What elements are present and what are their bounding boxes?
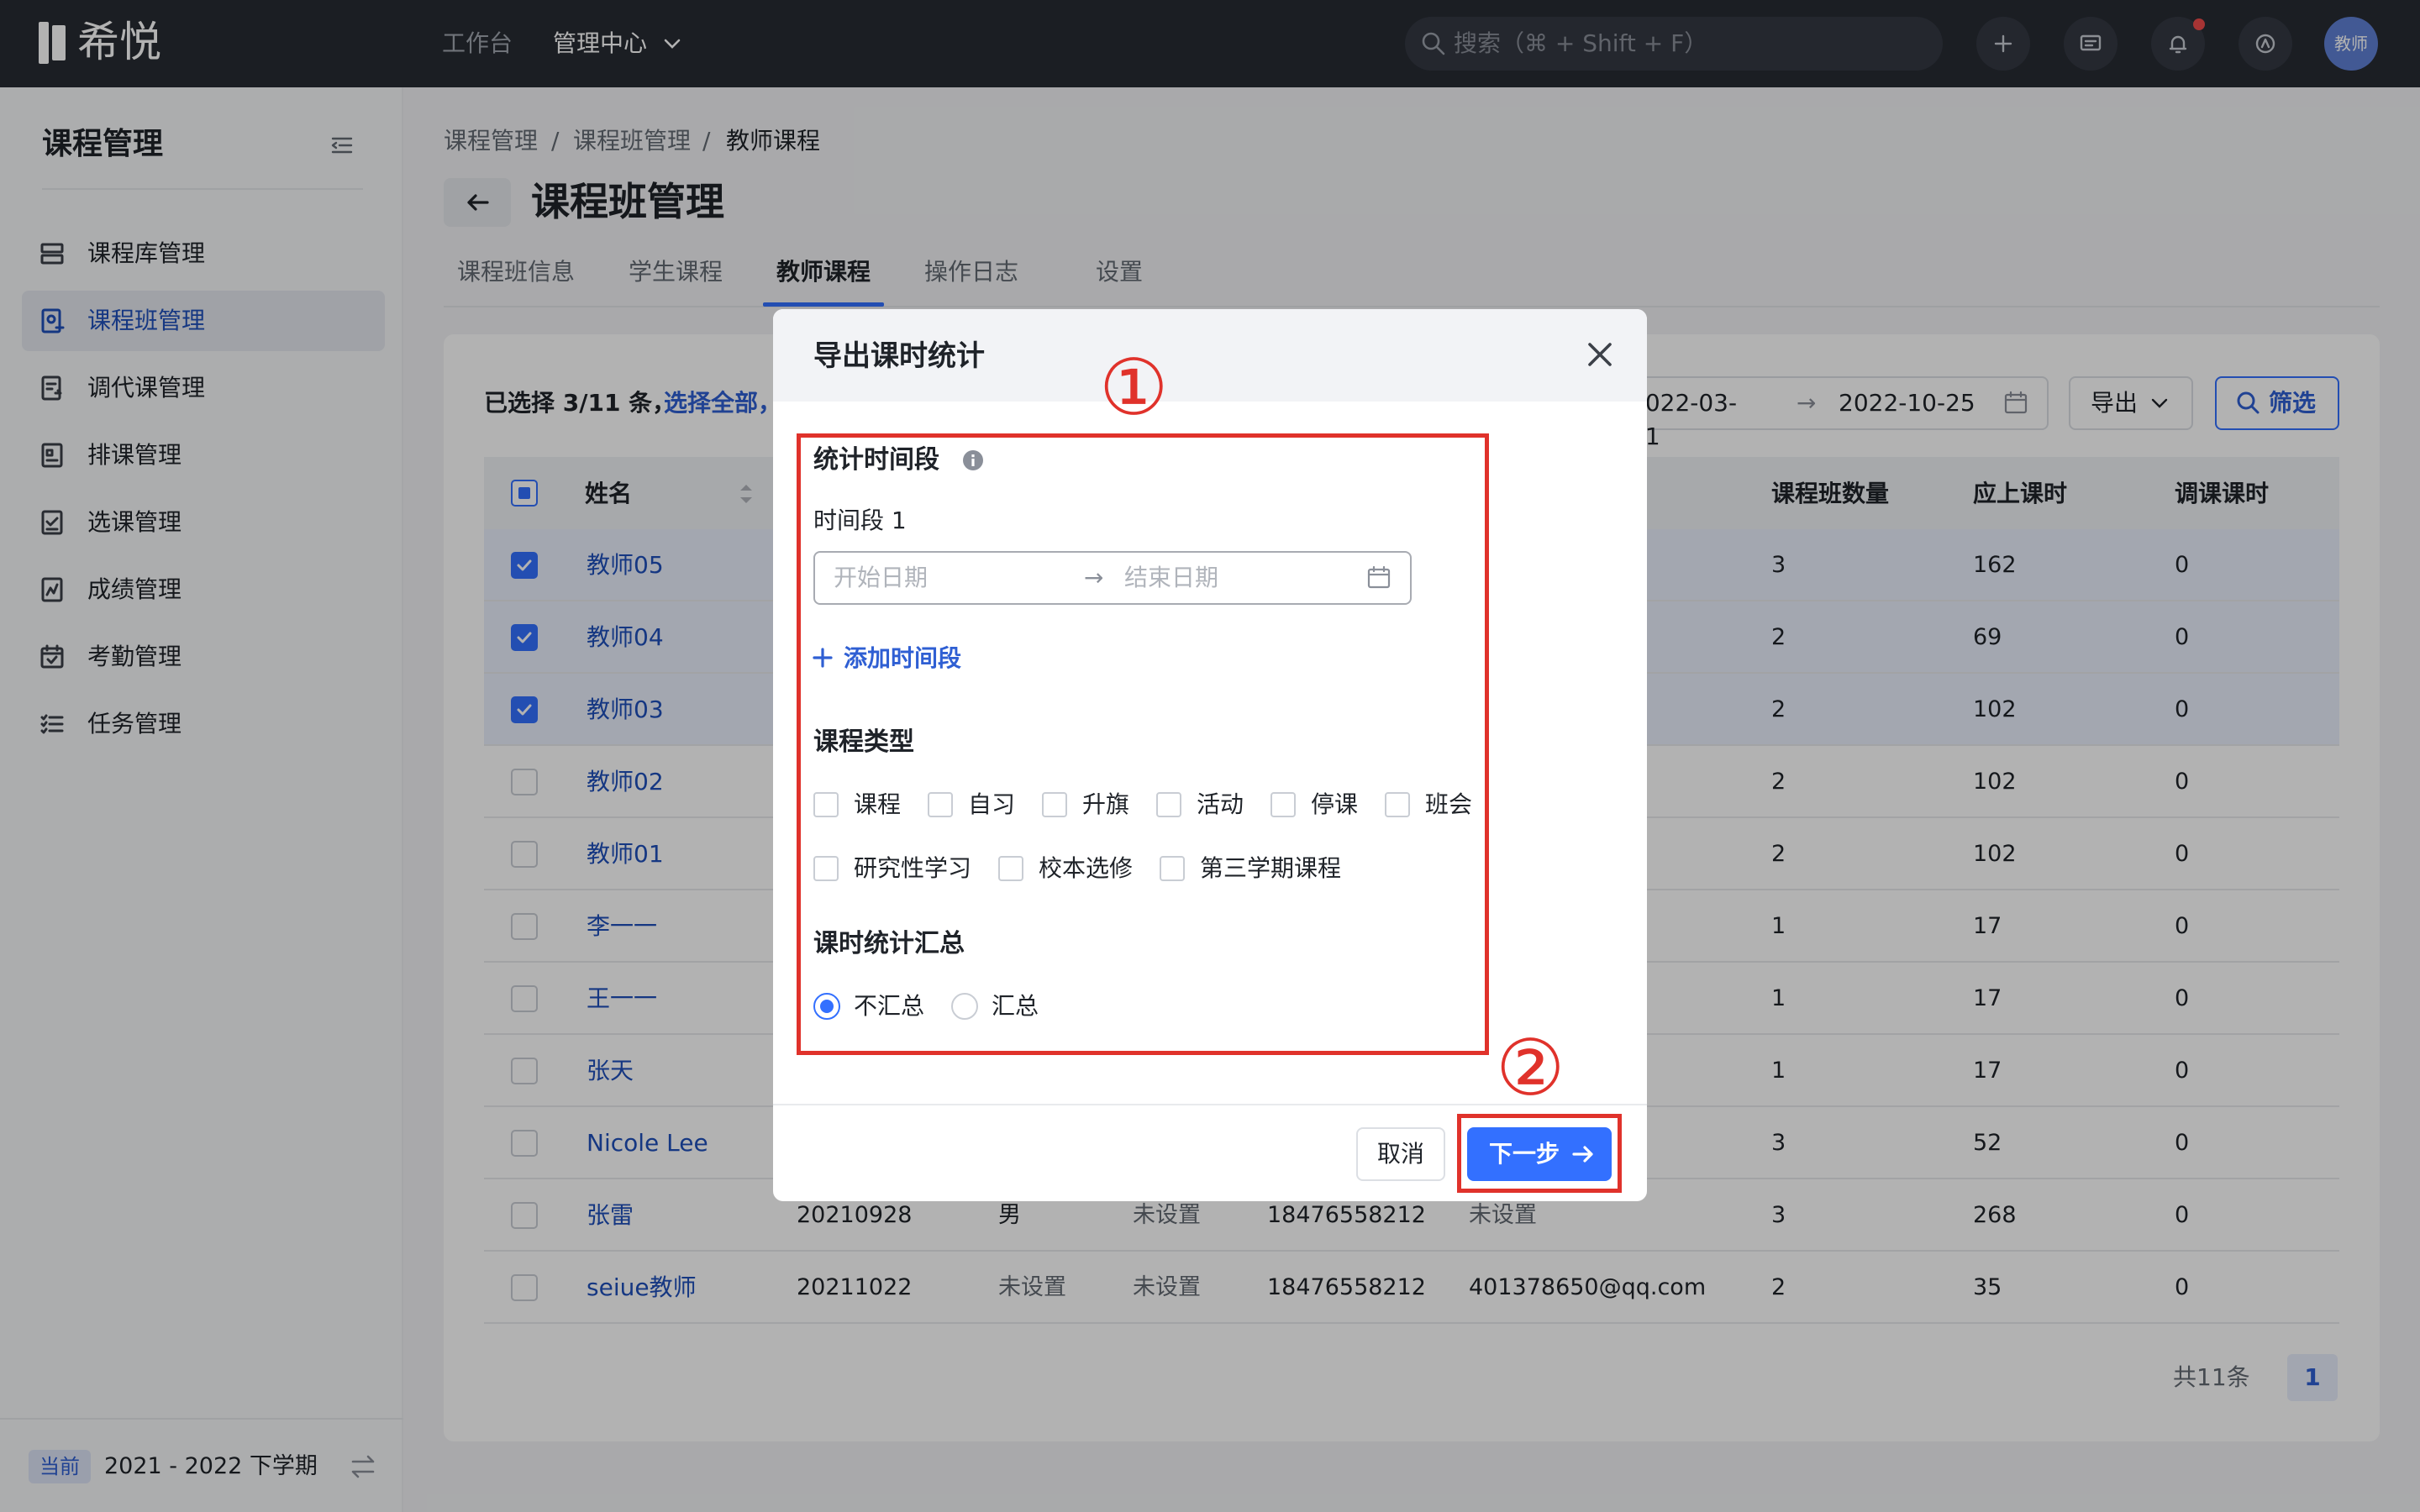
annotation-step-2: ②: [1496, 1023, 1565, 1113]
cancel-button[interactable]: 取消: [1356, 1127, 1445, 1181]
annotation-step-1: ①: [1099, 343, 1169, 433]
annotation-box-step-1: [797, 433, 1489, 1055]
modal-title: 导出课时统计: [813, 339, 985, 373]
close-icon[interactable]: [1581, 336, 1618, 373]
annotation-box-step-2: [1457, 1114, 1622, 1193]
